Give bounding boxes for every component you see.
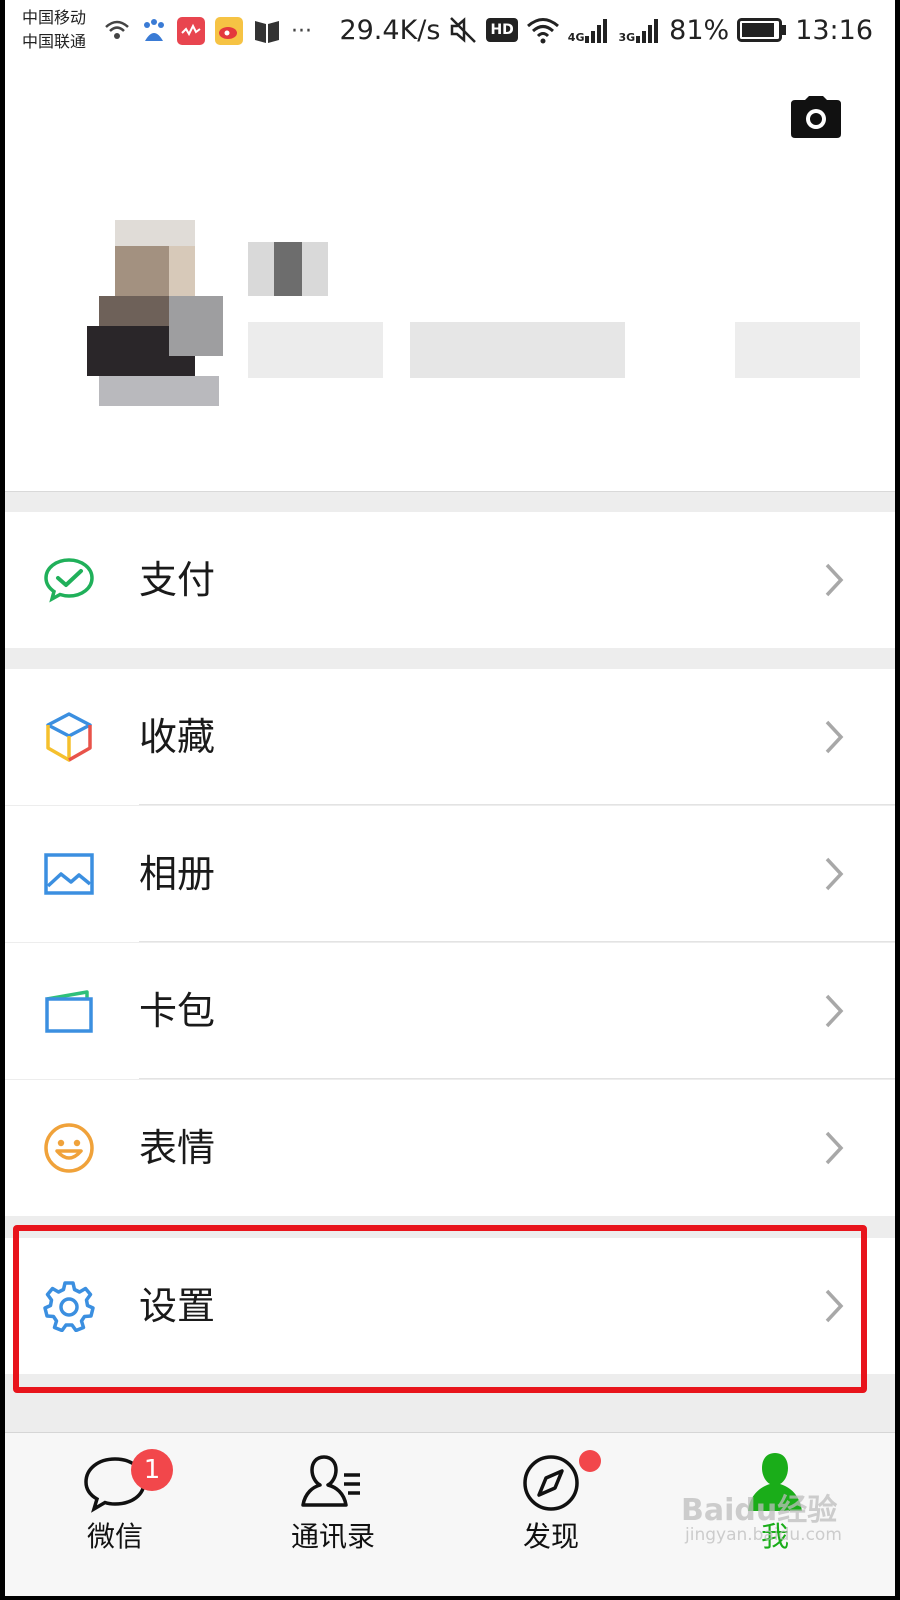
status-right: 29.4K/s HD 4G 3G 81% 13:16 [339, 10, 873, 50]
row-separator [139, 804, 895, 805]
notification-icons: ··· [103, 14, 312, 48]
settings-gear-icon [43, 1281, 95, 1332]
tab-label-chats: 微信 [86, 1520, 143, 1553]
avatar[interactable] [87, 220, 223, 406]
hd-voice-badge: HD [486, 18, 518, 42]
tab-chats[interactable]: 1 微信 [25, 1433, 205, 1596]
tab-contacts[interactable]: 通讯录 [243, 1433, 423, 1596]
baidu-watermark: Baidu经验 [681, 1493, 838, 1528]
menu-item-cards[interactable]: 卡包 [5, 943, 895, 1079]
book-app-icon [255, 21, 279, 43]
tab-label-contacts: 通讯录 [290, 1520, 375, 1553]
clock: 13:16 [795, 14, 873, 46]
sim2-type: 3G [618, 31, 636, 44]
menu-label-album: 相册 [139, 852, 216, 896]
chevron-right-icon [825, 720, 844, 754]
menu-item-stickers[interactable]: 表情 [5, 1080, 895, 1216]
hd-label: HD [490, 22, 514, 38]
menu-item-pay[interactable]: 支付 [5, 512, 895, 648]
carrier-1: 中国移动 [22, 8, 87, 27]
chevron-right-icon [825, 563, 844, 597]
menu-item-settings[interactable]: 设置 [5, 1238, 895, 1374]
music-app-icon [177, 17, 205, 45]
chevron-right-icon [825, 994, 844, 1028]
carrier-info: 中国移动 中国联通 [22, 6, 86, 54]
more-notifications-icon: ··· [291, 18, 312, 44]
wifi-hotspot-icon [105, 20, 129, 39]
menu-label-pay: 支付 [139, 558, 216, 602]
weibo-app-icon [215, 17, 243, 45]
menu-label-favorites: 收藏 [139, 715, 216, 759]
smiley-face-icon [44, 1123, 94, 1173]
contacts-person-icon [301, 1455, 360, 1507]
menu-label-cards: 卡包 [139, 989, 216, 1033]
nickname-redacted [248, 242, 328, 296]
menu-item-album[interactable]: 相册 [5, 806, 895, 942]
wifi-icon [526, 18, 559, 44]
mute-icon [450, 17, 477, 43]
tab-discover[interactable]: 发现 [461, 1433, 641, 1596]
album-picture-icon [44, 853, 94, 895]
unread-badge: 1 [131, 1449, 173, 1491]
tab-label-discover: 发现 [522, 1520, 579, 1553]
baidu-app-icon [144, 19, 164, 41]
chevron-right-icon [825, 1131, 844, 1165]
sim2-signal: 3G [618, 16, 661, 44]
new-content-dot [579, 1450, 601, 1472]
menu-label-stickers: 表情 [139, 1126, 216, 1170]
chevron-right-icon [825, 1289, 844, 1323]
bottom-tab-bar: 1 微信 通讯录 发现 我 Baidu经验 jingyan.baidu.com [5, 1432, 895, 1596]
menu-item-favorites[interactable]: 收藏 [5, 669, 895, 805]
chevron-right-icon [825, 857, 844, 891]
battery-percent: 81% [669, 14, 730, 46]
wechat-id-redacted [248, 322, 860, 378]
status-bar: 中国移动 中国联通 ··· 29.4K/s HD 4G 3G 81% 13:16 [5, 0, 895, 62]
sim1-signal: 4G [568, 16, 611, 44]
signal-icon [636, 19, 659, 43]
battery-icon [737, 18, 787, 42]
row-separator [139, 941, 895, 942]
divider [5, 491, 895, 492]
menu-label-settings: 设置 [139, 1284, 216, 1328]
sim1-type: 4G [567, 31, 585, 44]
signal-icon [585, 19, 608, 43]
carrier-2: 中国联通 [22, 32, 87, 51]
row-separator [139, 1078, 895, 1079]
network-speed: 29.4K/s [339, 14, 441, 46]
card-wallet-icon [45, 990, 93, 1033]
phone-screen: 中国移动 中国联通 ··· 29.4K/s HD 4G 3G 81% 13:16… [5, 0, 895, 1596]
compass-icon [523, 1455, 579, 1511]
wechat-pay-icon [44, 558, 94, 603]
profile-header[interactable] [5, 62, 895, 492]
favorites-cube-icon [46, 712, 92, 762]
baidu-watermark-url: jingyan.baidu.com [685, 1525, 842, 1545]
camera-icon[interactable] [791, 96, 841, 138]
